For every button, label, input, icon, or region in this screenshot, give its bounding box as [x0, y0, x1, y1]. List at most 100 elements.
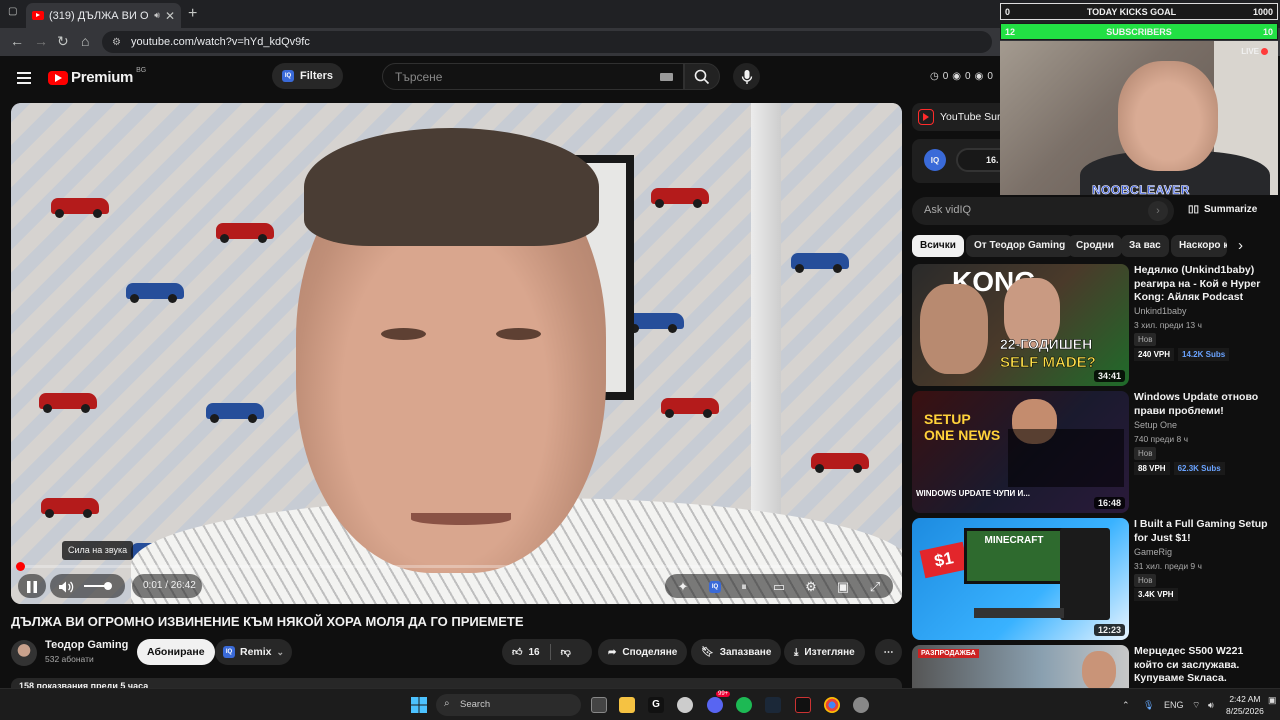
thumb-keyboard: [974, 608, 1064, 618]
share-button[interactable]: ➦ Споделяне: [598, 639, 688, 665]
subtitles-icon[interactable]: ▭: [770, 577, 788, 597]
volume-knob[interactable]: [104, 582, 112, 590]
tray-mic-icon[interactable]: 🎙︎: [1143, 700, 1154, 711]
remix-label: Remix: [240, 646, 272, 658]
video-player[interactable]: [11, 103, 902, 604]
recommendation-title[interactable]: I Built a Full Gaming Setup for Just $1!: [1134, 518, 1269, 545]
recommendation-title[interactable]: Windows Update отново прави проблеми!: [1134, 391, 1269, 418]
video-duration: 12:23: [1093, 624, 1125, 636]
wifi-icon[interactable]: ⌔: [1192, 700, 1200, 711]
task-view-icon[interactable]: [591, 697, 607, 713]
progress-scrubber[interactable]: [15, 562, 25, 571]
send-arrow-icon[interactable]: ›: [1148, 201, 1168, 221]
recommendation-channel[interactable]: Setup One: [1134, 420, 1177, 430]
chip-all[interactable]: Всички: [912, 235, 964, 257]
recommendation-thumbnail[interactable]: SETUP ONE NEWS WINDOWS UPDATE ЧУПИ И... …: [912, 391, 1129, 513]
tray-chevron-icon[interactable]: ⌃: [1122, 700, 1130, 711]
time-display: 0:01 / 26:42: [143, 580, 196, 591]
like-dislike-group: 👍︎ 16 👎︎: [502, 639, 592, 665]
stat-3: 0: [987, 71, 993, 82]
home-icon[interactable]: ⌂: [81, 33, 89, 49]
recommendation-title[interactable]: Мерцедес S500 W221 който си заслужава. К…: [1134, 645, 1269, 688]
taskbar-search[interactable]: ⌕ Search: [436, 694, 581, 716]
remix-button[interactable]: IQ Remix ⌄: [215, 639, 293, 665]
close-tab-icon[interactable]: ✕: [165, 9, 175, 23]
reload-icon[interactable]: ↻: [57, 33, 69, 50]
summarize-button[interactable]: ▯▯ Summarize: [1188, 204, 1257, 215]
ai-sparkle-icon[interactable]: ✦: [674, 577, 692, 597]
like-count[interactable]: 16: [528, 647, 539, 658]
recommendation-channel[interactable]: GameRig: [1134, 547, 1172, 557]
forward-icon[interactable]: →: [34, 33, 48, 49]
notifications-icon[interactable]: ▣: [1268, 695, 1277, 706]
mute-button[interactable]: [56, 577, 76, 597]
search-input[interactable]: Търсене: [382, 63, 684, 90]
settings-gear-icon[interactable]: ⚙: [802, 577, 820, 597]
search-button[interactable]: [684, 63, 720, 90]
app-circle-icon[interactable]: [677, 697, 693, 713]
speaker-tray-icon[interactable]: 🔊︎: [1208, 700, 1214, 711]
discord-icon[interactable]: 99+: [707, 691, 731, 713]
youtube-premium-logo[interactable]: Premium BG: [48, 67, 146, 86]
like-icon[interactable]: 👍︎: [512, 646, 522, 658]
save-button[interactable]: 🔖︎ Запазване: [691, 639, 782, 665]
channel-avatar[interactable]: [11, 640, 37, 666]
obs-app-icon[interactable]: [795, 697, 811, 713]
recommendation-thumbnail[interactable]: KONG 22-ГОДИШЕН SELF MADE? 34:41: [912, 264, 1129, 386]
new-tab-icon[interactable]: +: [188, 5, 197, 23]
youtube-outline-icon: [918, 109, 934, 125]
chip-from-channel[interactable]: От Теодор Gaming: [966, 235, 1074, 257]
webcam-feed: LIVE NOOBCLEAVER: [1000, 41, 1278, 195]
vidiq-filters-button[interactable]: IQ Filters: [272, 63, 344, 89]
more-icon: ⋯: [883, 646, 894, 658]
chip-for-you[interactable]: За вас: [1121, 235, 1169, 257]
chips-next-icon[interactable]: ›: [1238, 237, 1243, 254]
thumb-monitor: MINECRAFT: [964, 528, 1064, 584]
theater-mode-icon[interactable]: ▣: [834, 577, 852, 597]
recommendation-thumbnail[interactable]: РАЗПРОДАЖБА: [912, 645, 1129, 688]
windows-start-icon[interactable]: [411, 697, 427, 713]
fullscreen-icon[interactable]: ⤢: [866, 577, 884, 597]
channel-name[interactable]: Теодор Gaming: [45, 639, 128, 651]
chip-recent[interactable]: Наскоро к: [1171, 235, 1227, 257]
kicks-goal-bar: 0 TODAY KICKS GOAL 1000: [1000, 3, 1278, 20]
back-icon[interactable]: ←: [10, 33, 24, 49]
volume-slider[interactable]: [84, 582, 112, 590]
chevron-down-icon: ⌄: [276, 646, 285, 657]
recommendation-title[interactable]: Недялко (Unkind1baby) реагира на - Кой е…: [1134, 264, 1269, 305]
steam-icon[interactable]: [765, 697, 781, 713]
suite-label: YouTube Sur: [940, 111, 1001, 123]
tab-list-icon[interactable]: ▢: [8, 6, 17, 17]
subscribe-button[interactable]: Абониране: [137, 639, 215, 665]
chrome-icon[interactable]: [824, 697, 840, 713]
speaker-icon[interactable]: 🔊︎: [154, 10, 160, 21]
system-clock[interactable]: 2:42 AM 8/25/2026: [1226, 693, 1264, 717]
wallpaper-car: [661, 398, 719, 418]
download-button[interactable]: ⤓ Изтегляне: [784, 639, 865, 665]
dislike-icon[interactable]: 👎︎: [561, 646, 571, 658]
file-explorer-icon[interactable]: [619, 697, 635, 713]
recommendation-meta: 31 хил. преди 9 ч: [1134, 561, 1202, 571]
ask-vidiq-input[interactable]: Ask vidIQ ›: [912, 197, 1174, 225]
keyboard-icon[interactable]: [660, 73, 673, 81]
language-indicator[interactable]: ENG: [1164, 700, 1184, 710]
autoplay-toggle-icon[interactable]: ⏸: [735, 577, 753, 597]
menu-icon[interactable]: [17, 72, 31, 87]
spotify-icon[interactable]: [736, 697, 752, 713]
app-gear-icon[interactable]: [853, 697, 869, 713]
more-actions-button[interactable]: ⋯: [875, 639, 902, 665]
pause-button[interactable]: [22, 577, 42, 597]
recommendation-thumbnail[interactable]: $1 MINECRAFT 12:23: [912, 518, 1129, 640]
chip-related[interactable]: Сродни: [1068, 235, 1122, 257]
address-bar[interactable]: ⚙ youtube.com/watch?v=hYd_kdQv9fc: [102, 31, 992, 53]
voice-search-button[interactable]: [733, 63, 760, 90]
progress-bar[interactable]: [15, 562, 893, 571]
wallpaper-car: [791, 253, 849, 273]
filters-label: Filters: [300, 70, 334, 82]
recommendation-channel[interactable]: Unkind1baby: [1134, 306, 1187, 316]
g-app-icon[interactable]: G: [648, 697, 664, 713]
browser-tab[interactable]: (319) ДЪЛЖА ВИ ОГРОМН 🔊︎ ✕: [26, 3, 181, 28]
vidiq-player-button[interactable]: IQ: [706, 577, 724, 597]
site-info-icon[interactable]: ⚙: [112, 37, 121, 48]
logo-text: Premium: [71, 69, 134, 86]
